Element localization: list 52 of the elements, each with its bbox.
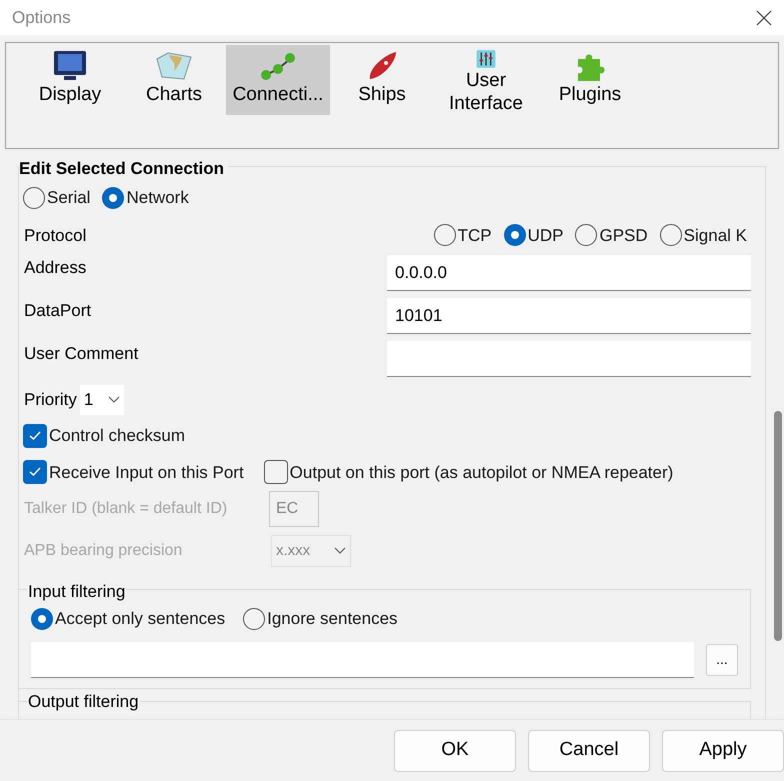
field-label: APB bearing precision — [23, 541, 184, 561]
radio-button[interactable] — [504, 224, 526, 246]
radio-button[interactable] — [434, 224, 456, 246]
field-label: Priority — [23, 389, 77, 412]
checkbox-label: Output on this port (as autopilot or NMEA repeater) — [290, 462, 674, 484]
group-title: Output filtering — [27, 692, 140, 712]
radio-button[interactable] — [31, 608, 53, 630]
toolbar-tab[interactable]: Charts — [122, 45, 226, 115]
checkmark-icon — [29, 467, 41, 478]
radio-label: Serial — [47, 187, 90, 209]
radio-label: GPSD — [599, 224, 648, 246]
radio-button[interactable] — [102, 186, 124, 209]
dialog-button[interactable]: OK — [394, 730, 516, 772]
radio-label: Accept only sentences — [55, 608, 226, 630]
close-icon[interactable] — [756, 10, 772, 26]
chevron-down-icon — [108, 396, 120, 404]
toolbar-tab[interactable]: User Interface — [434, 45, 538, 115]
checkmark-icon — [29, 430, 41, 441]
radio-label: Network — [126, 187, 189, 209]
sentences-field[interactable] — [31, 642, 694, 678]
field-label: Address — [23, 257, 86, 279]
chevron-down-icon — [334, 547, 346, 555]
dialog-button[interactable]: Apply — [662, 730, 784, 772]
radio-button[interactable] — [243, 608, 266, 630]
monitor-icon — [52, 49, 88, 83]
radio-label: Ignore sentences — [267, 608, 398, 630]
priority-dropdown[interactable]: 1 — [80, 385, 124, 415]
checkbox[interactable] — [23, 424, 47, 448]
radio-button[interactable] — [575, 224, 598, 246]
radio-button[interactable] — [660, 224, 682, 246]
checkbox-label: Receive Input on this Port — [49, 462, 244, 484]
text-field[interactable] — [387, 341, 751, 377]
checkbox-label: Control checksum — [49, 425, 186, 447]
field-label: Protocol — [23, 224, 86, 246]
toolbar-tab[interactable]: Ships — [330, 45, 434, 115]
window-title: Options — [12, 6, 71, 29]
text-field[interactable]: 10101 — [387, 298, 751, 334]
field-label: User Comment — [23, 343, 138, 365]
radio-label: Signal K — [684, 224, 747, 246]
text-field[interactable]: 0.0.0.0 — [387, 255, 751, 291]
toolbar-tab[interactable]: Plugins — [538, 45, 642, 115]
checkbox[interactable] — [23, 460, 47, 484]
checkbox[interactable] — [264, 460, 288, 484]
field-label: Talker ID (blank = default ID) — [23, 499, 228, 519]
dialog-button[interactable]: Cancel — [528, 730, 650, 772]
radio-label: TCP — [458, 224, 492, 246]
radio-button[interactable] — [23, 186, 45, 209]
toolbar-tab[interactable]: Display — [18, 45, 122, 115]
radio-label: UDP — [528, 224, 564, 246]
browse-button[interactable]: ... — [706, 644, 738, 676]
field-label: DataPort — [23, 300, 92, 322]
toolbar-tab[interactable]: Connecti... — [226, 45, 330, 115]
